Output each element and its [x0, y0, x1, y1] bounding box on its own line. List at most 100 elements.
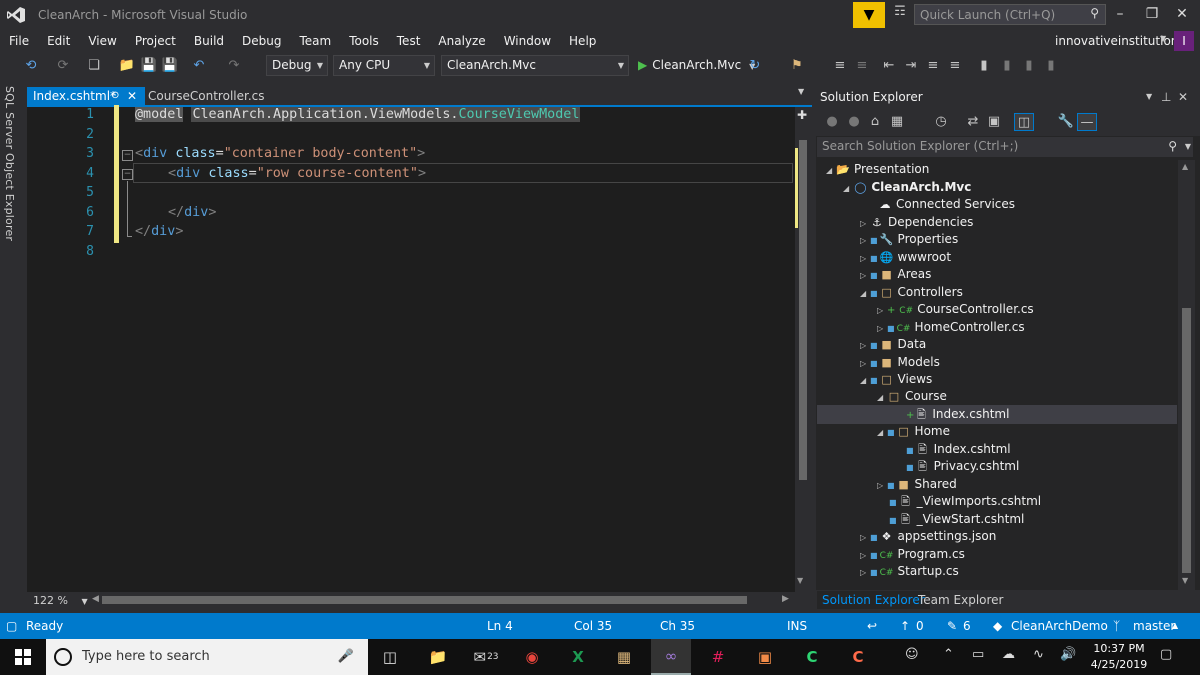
tree-node-coursecontroller[interactable]: ▷ + C# CourseController.cs [877, 301, 1034, 318]
fork-icon[interactable]: ↩ [867, 613, 877, 639]
wifi-icon[interactable]: ∿ [1033, 647, 1044, 662]
prev-bookmark-icon[interactable]: ▮ [998, 57, 1016, 75]
uncomment-icon[interactable]: ≡ [946, 57, 964, 75]
tree-node-viewstart[interactable]: ■ 🖹 _ViewStart.cshtml [889, 511, 1024, 528]
code-line-4[interactable]: <div class="row course-content"> [168, 166, 426, 181]
repo-name[interactable]: CleanArchDemo [1011, 613, 1108, 639]
tree-node-project[interactable]: ◢ ◯ CleanArch.Mvc [843, 179, 971, 196]
collapse-icon[interactable]: − [122, 150, 133, 161]
vertical-scroll-thumb[interactable] [799, 140, 807, 480]
tray-chevron-up-icon[interactable]: ⌃ [943, 647, 954, 662]
horizontal-scroll-thumb[interactable] [102, 596, 747, 604]
clear-bookmarks-icon[interactable]: ▮ [1042, 57, 1060, 75]
configuration-dropdown[interactable]: Debug ▼ [266, 55, 328, 76]
navigate-forward-icon[interactable]: ⟳ [54, 57, 72, 75]
tree-node-viewimports[interactable]: ■ 🖹 _ViewImports.cshtml [889, 493, 1041, 510]
save-icon[interactable]: 💾 [140, 57, 158, 75]
code-line-7[interactable]: </div> [135, 224, 183, 239]
tab-solution-explorer[interactable]: Solution Explorer [817, 591, 930, 609]
menu-build[interactable]: Build [185, 34, 233, 48]
menu-test[interactable]: Test [388, 34, 430, 48]
feedback-icon[interactable]: ☶ [890, 4, 910, 24]
scroll-left-icon[interactable]: ◀ [92, 594, 99, 604]
step-icon[interactable]: ≡ [831, 57, 849, 75]
menu-view[interactable]: View [79, 34, 125, 48]
close-icon[interactable]: ✕ [1178, 86, 1188, 108]
chrome-icon[interactable]: ◉ [512, 639, 552, 675]
menu-debug[interactable]: Debug [233, 34, 290, 48]
outdent-icon[interactable]: ⇥ [902, 57, 920, 75]
tree-node-home-index[interactable]: ■ 🖹 Index.cshtml [906, 441, 1011, 458]
comment-icon[interactable]: ≡ [924, 57, 942, 75]
excel-icon[interactable]: X [558, 639, 598, 675]
scroll-right-icon[interactable]: ▶ [782, 594, 789, 604]
indent-icon[interactable]: ⇤ [880, 57, 898, 75]
tree-node-wwwroot[interactable]: ▷ ■ 🌐 wwwroot [860, 249, 951, 266]
repo-icon[interactable]: ◆ [993, 613, 1002, 639]
task-view-icon[interactable]: ◫ [370, 639, 410, 675]
chevron-up-icon[interactable]: ▲ [1172, 613, 1178, 639]
platform-dropdown[interactable]: Any CPU ▼ [333, 55, 435, 76]
scroll-down-icon[interactable]: ▼ [1182, 576, 1188, 585]
push-count[interactable]: 0 [916, 613, 924, 639]
switch-views-icon[interactable]: ▦ [888, 113, 906, 131]
file-explorer-icon[interactable]: 📁 [418, 639, 458, 675]
quick-launch-input[interactable]: Quick Launch (Ctrl+Q) ⚲ [914, 4, 1106, 25]
tree-node-dependencies[interactable]: ▷ ⚓ Dependencies [860, 214, 973, 231]
visual-studio-logo-icon[interactable] [0, 0, 32, 30]
tree-node-models[interactable]: ▷ ■ ■ Models [860, 354, 940, 371]
scroll-down-icon[interactable]: ▼ [797, 576, 803, 585]
navigate-back-icon[interactable]: ⟲ [22, 57, 40, 75]
code-line-6[interactable]: </div> [168, 205, 216, 220]
tree-node-startup[interactable]: ▷ ■ C# Startup.cs [860, 563, 959, 580]
volume-icon[interactable]: 🔊 [1060, 647, 1076, 662]
show-all-files-icon[interactable]: ◫ [1014, 113, 1034, 131]
people-icon[interactable]: ☺ [905, 647, 919, 662]
redo-icon[interactable]: ↷ [225, 57, 243, 75]
tree-node-presentation[interactable]: ◢ 📂 Presentation [826, 161, 929, 178]
step-out-icon[interactable]: ≡ [853, 57, 871, 75]
split-editor-icon[interactable]: ✚ [797, 108, 807, 122]
scroll-up-icon[interactable]: ▲ [1182, 162, 1188, 171]
menu-help[interactable]: Help [560, 34, 605, 48]
menu-analyze[interactable]: Analyze [429, 34, 494, 48]
avatar[interactable]: I [1174, 31, 1194, 51]
taskbar-search-box[interactable]: Type here to search 🎤 [46, 639, 368, 675]
pending-changes-filter-icon[interactable]: ◷ [932, 113, 950, 131]
tab-index-cshtml[interactable]: Index.cshtml* ⊙ ✕ [27, 87, 145, 105]
tree-node-appsettings[interactable]: ▷ ■ ❖ appsettings.json [860, 528, 996, 545]
tab-team-explorer[interactable]: Team Explorer [918, 591, 1004, 609]
branch-icon[interactable]: ᛉ [1113, 613, 1120, 639]
output-window-icon[interactable]: ▢ [6, 613, 17, 639]
notifications-filter-icon[interactable]: ▼ [853, 2, 885, 28]
tree-node-home-folder[interactable]: ◢ ■ □ Home [877, 423, 950, 440]
menu-file[interactable]: File [0, 34, 38, 48]
tree-node-course-folder[interactable]: ◢ □ Course [877, 388, 947, 405]
restore-button[interactable]: ❐ [1137, 2, 1167, 26]
open-file-icon[interactable]: 📁 [118, 57, 136, 75]
visual-studio-taskbar-icon[interactable]: ∞ [651, 639, 691, 675]
branch-name[interactable]: master [1133, 613, 1175, 639]
sticky-app-icon[interactable]: ▦ [604, 639, 644, 675]
tree-node-shared-folder[interactable]: ▷ ■ ■ Shared [877, 476, 957, 493]
pin-icon[interactable]: ⊥ [1161, 86, 1171, 108]
push-icon[interactable]: ↑ [900, 613, 910, 639]
sync-icon[interactable]: ⇄ [964, 113, 982, 131]
browser-link-icon[interactable]: ⚑ [788, 57, 806, 75]
tree-node-areas[interactable]: ▷ ■ ■ Areas [860, 266, 931, 283]
undo-icon[interactable]: ↶ [190, 57, 208, 75]
tree-node-privacy[interactable]: ■ 🖹 Privacy.cshtml [906, 458, 1019, 475]
code-line-1[interactable]: @model CleanArch.Application.ViewModels.… [135, 107, 581, 122]
tree-node-properties[interactable]: ▷ ■ 🔧 Properties [860, 231, 958, 248]
tab-coursecontroller-cs[interactable]: CourseController.cs [148, 87, 264, 105]
solution-explorer-search-input[interactable]: Search Solution Explorer (Ctrl+;) ⚲ ▼ [817, 137, 1193, 157]
slack-icon[interactable]: # [698, 639, 738, 675]
refresh-icon[interactable]: ↻ [746, 57, 764, 75]
tree-node-views[interactable]: ◢ ■ □ Views [860, 371, 932, 388]
tab-list-dropdown-icon[interactable]: ▼ [798, 87, 804, 96]
new-project-icon[interactable]: ❏ [85, 57, 103, 75]
zoom-level[interactable]: 122 % ▼ [33, 592, 88, 609]
preview-selected-icon[interactable]: — [1077, 113, 1097, 131]
green-app-icon[interactable]: C [792, 639, 832, 675]
package-icon[interactable]: ▣ [745, 639, 785, 675]
